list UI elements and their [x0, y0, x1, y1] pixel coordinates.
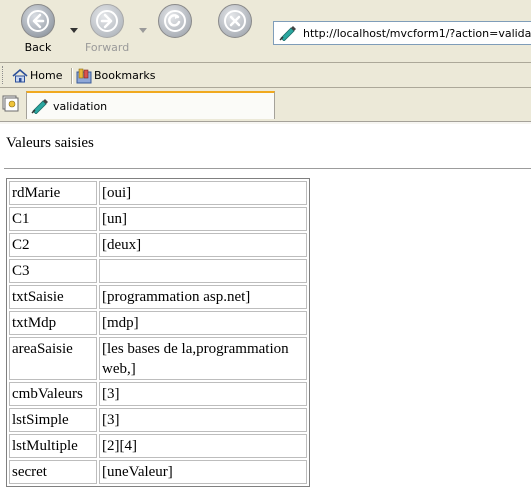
back-button[interactable]: Back — [16, 4, 60, 54]
stop-button[interactable] — [213, 4, 257, 38]
field-value-cell: [un] — [99, 207, 307, 231]
table-row: C2 [deux] — [9, 233, 307, 257]
field-name-cell: C3 — [9, 259, 97, 283]
field-name-cell: txtMdp — [9, 311, 97, 335]
field-value-cell: [3] — [99, 408, 307, 432]
field-name-cell: lstSimple — [9, 408, 97, 432]
field-name-cell: C2 — [9, 233, 97, 257]
table-row: lstSimple [3] — [9, 408, 307, 432]
bookmarks-icon — [76, 68, 92, 83]
table-row: cmbValeurs [3] — [9, 382, 307, 406]
page-content: Valeurs saisies rdMarie [oui] C1 [un] C2 [deu… — [0, 124, 531, 490]
address-bar[interactable]: http://localhost/mvcform1/?action=valida… — [273, 21, 531, 45]
table-row: lstMultiple [2][4] — [9, 434, 307, 458]
page-title: Valeurs saisies — [6, 135, 94, 151]
table-row: txtMdp [mdp] — [9, 311, 307, 335]
field-value-cell — [99, 259, 307, 283]
field-value-cell: [mdp] — [99, 311, 307, 335]
field-name-cell: rdMarie — [9, 181, 97, 205]
field-value-cell: [uneValeur] — [99, 460, 307, 484]
back-label: Back — [24, 41, 52, 54]
field-value-cell: [3] — [99, 382, 307, 406]
values-table: rdMarie [oui] C1 [un] C2 [deux] C3 txtSaisie [pr… — [6, 178, 310, 487]
home-label: Home — [30, 69, 63, 82]
address-text: http://localhost/mvcform1/?action=valida… — [303, 26, 531, 40]
values-table-body: rdMarie [oui] C1 [un] C2 [deux] C3 txtSaisie [pr… — [9, 181, 307, 484]
field-name-cell: secret — [9, 460, 97, 484]
page-favicon-icon — [279, 26, 296, 41]
table-row: C1 [un] — [9, 207, 307, 231]
back-history-dropdown[interactable] — [70, 28, 78, 33]
table-row: rdMarie [oui] — [9, 181, 307, 205]
field-value-cell: [oui] — [99, 181, 307, 205]
reload-button[interactable] — [153, 4, 197, 38]
field-name-cell: C1 — [9, 207, 97, 231]
forward-history-dropdown[interactable] — [139, 28, 147, 33]
field-value-cell: [2][4] — [99, 434, 307, 458]
home-bookmark[interactable]: Home — [12, 67, 62, 84]
field-value-cell: [les bases de la,programmation web,] — [99, 337, 307, 380]
table-row: C3 — [9, 259, 307, 283]
forward-label: Forward — [85, 41, 130, 54]
table-row: areaSaisie [les bases de la,programmation… — [9, 337, 307, 380]
tab-validation[interactable]: validation — [26, 91, 275, 119]
field-name-cell: lstMultiple — [9, 434, 97, 458]
bookmarks-bar: Home Bookmarks — [0, 63, 531, 88]
bookmarks-label: Bookmarks — [94, 69, 156, 82]
navigation-toolbar: Back Forward http://localhost/mvcform1/?… — [0, 0, 531, 62]
table-row: txtSaisie [programmation asp.net] — [9, 285, 307, 309]
forward-button[interactable]: Forward — [85, 4, 129, 54]
horizontal-rule — [4, 168, 531, 169]
reload-icon — [158, 4, 192, 38]
page-favicon-icon — [31, 99, 48, 114]
bookmarks-separator — [71, 68, 73, 84]
toolbar-grip[interactable] — [2, 66, 6, 84]
home-icon — [12, 68, 28, 82]
bookmarks-menu[interactable]: Bookmarks — [76, 67, 155, 84]
field-name-cell: cmbValeurs — [9, 382, 97, 406]
field-name-cell: txtSaisie — [9, 285, 97, 309]
back-arrow-icon — [21, 4, 55, 38]
forward-arrow-icon — [90, 4, 124, 38]
field-value-cell: [programmation asp.net] — [99, 285, 307, 309]
field-name-cell: areaSaisie — [9, 337, 97, 380]
stop-icon — [218, 4, 252, 38]
tab-bar: validation — [0, 88, 531, 122]
tab-title: validation — [53, 99, 108, 113]
field-value-cell: [deux] — [99, 233, 307, 257]
tab-list-icon[interactable] — [2, 94, 20, 112]
table-row: secret [uneValeur] — [9, 460, 307, 484]
